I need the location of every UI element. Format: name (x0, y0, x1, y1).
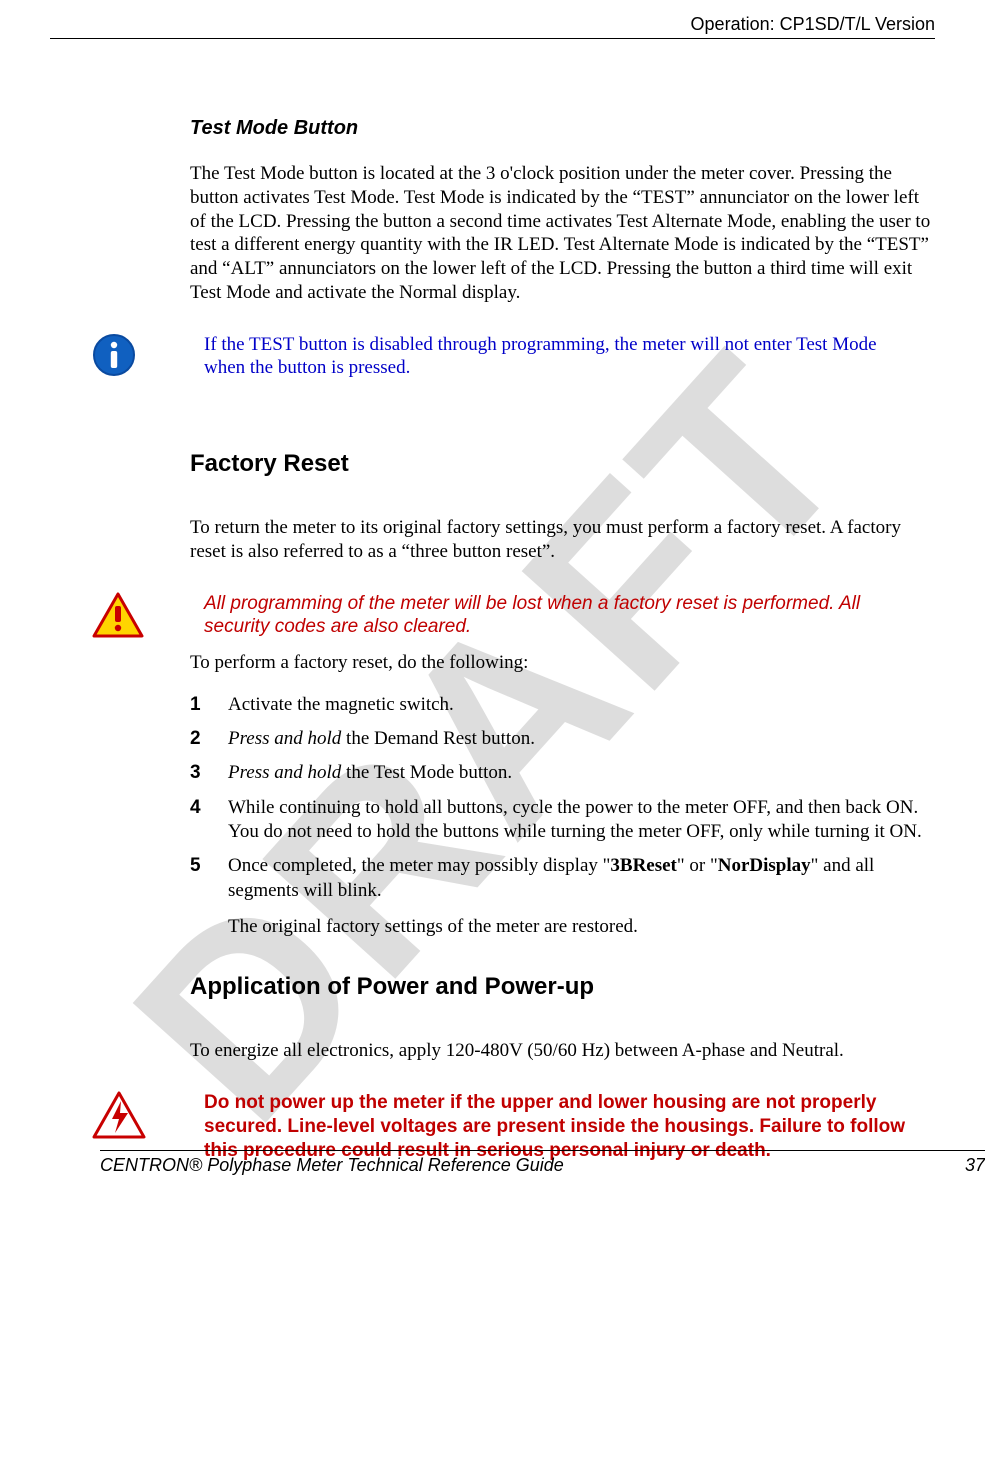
step-text-bold: NorDisplay (718, 855, 811, 876)
step-text-em: Press and hold (228, 728, 341, 749)
info-note-row: If the TEST button is disabled through p… (90, 333, 935, 381)
para-power-up: To energize all electronics, apply 120-4… (190, 1039, 935, 1063)
step-text-em: Press and hold (228, 762, 341, 783)
caution-note-row: All programming of the meter will be los… (90, 592, 935, 640)
step-text-after: The original factory settings of the met… (228, 915, 935, 939)
list-item: Activate the magnetic switch. (190, 693, 935, 717)
warning-icon (92, 592, 144, 638)
list-item: Once completed, the meter may possibly d… (190, 854, 935, 939)
header-chapter: Operation: CP1SD/T/L Version (50, 10, 935, 35)
step-text: the Demand Rest button. (341, 728, 535, 749)
page-body: Test Mode Button The Test Mode button is… (190, 39, 935, 1162)
para-factory-reset-lead: To perform a factory reset, do the follo… (190, 651, 935, 675)
step-text: the Test Mode button. (341, 762, 512, 783)
list-item: Press and hold the Test Mode button. (190, 761, 935, 785)
step-text: Activate the magnetic switch. (228, 694, 454, 715)
info-icon (92, 333, 136, 377)
step-text: " or " (677, 855, 718, 876)
electrical-hazard-icon (92, 1091, 146, 1139)
footer-title: CENTRON® Polyphase Meter Technical Refer… (100, 1155, 564, 1176)
step-text: While continuing to hold all buttons, cy… (228, 797, 922, 842)
para-factory-reset-intro: To return the meter to its original fact… (190, 516, 935, 564)
page-footer: CENTRON® Polyphase Meter Technical Refer… (100, 1150, 985, 1176)
list-item: Press and hold the Demand Rest button. (190, 727, 935, 751)
heading-factory-reset: Factory Reset (190, 450, 935, 478)
factory-reset-steps: Activate the magnetic switch. Press and … (190, 693, 935, 940)
step-text-bold: 3BReset (610, 855, 676, 876)
page-number: 37 (965, 1155, 985, 1176)
footer-rule (100, 1150, 985, 1151)
step-text: Once completed, the meter may possibly d… (228, 855, 610, 876)
heading-power-up: Application of Power and Power-up (190, 973, 935, 1001)
caution-note-text: All programming of the meter will be los… (190, 592, 935, 640)
list-item: While continuing to hold all buttons, cy… (190, 796, 935, 845)
info-note-text: If the TEST button is disabled through p… (190, 333, 935, 381)
heading-test-mode-button: Test Mode Button (190, 117, 935, 140)
para-test-mode: The Test Mode button is located at the 3… (190, 162, 935, 305)
